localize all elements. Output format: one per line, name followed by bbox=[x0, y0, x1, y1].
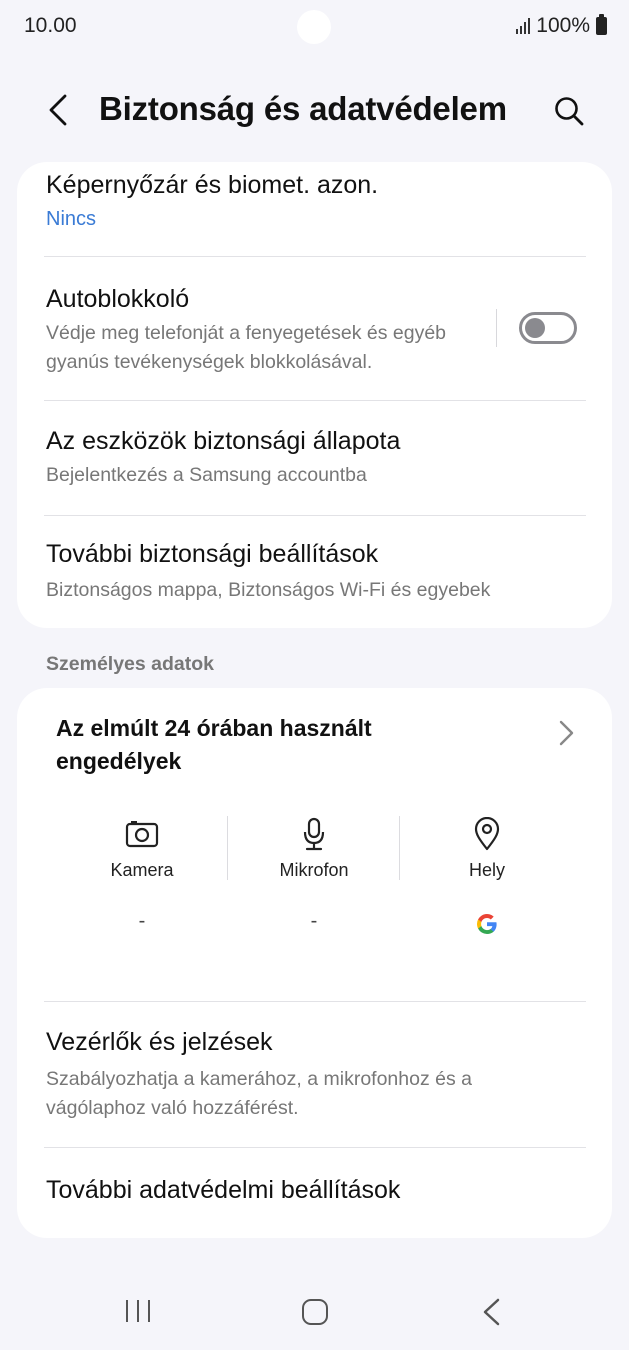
battery-level: 100% bbox=[536, 14, 590, 37]
chevron-left-icon bbox=[49, 94, 67, 126]
permission-camera: Kamera bbox=[56, 816, 228, 886]
auto-blocker-title: Autoblokkoló bbox=[46, 285, 190, 313]
microphone-icon bbox=[303, 817, 325, 851]
permission-location-value bbox=[401, 912, 573, 942]
recent-apps-button[interactable] bbox=[126, 1300, 150, 1322]
device-security-item[interactable]: Az eszközök biztonsági állapota Bejelent… bbox=[17, 401, 612, 515]
screen-lock-title: Képernyőzár és biomet. azon. bbox=[46, 171, 379, 199]
search-icon bbox=[555, 97, 584, 126]
more-security-item[interactable]: További biztonsági beállítások Biztonság… bbox=[17, 516, 612, 628]
controls-alerts-title: Vezérlők és jelzések bbox=[46, 1028, 273, 1056]
nav-back-button[interactable] bbox=[480, 1297, 502, 1327]
device-security-subtitle: Bejelentkezés a Samsung accountba bbox=[46, 464, 367, 486]
status-time: 10.00 bbox=[24, 14, 77, 37]
section-label-personal-data: Személyes adatok bbox=[46, 653, 215, 675]
auto-blocker-item[interactable]: Autoblokkoló Védje meg telefonját a feny… bbox=[17, 257, 612, 400]
search-button[interactable] bbox=[548, 90, 590, 132]
permissions-title: Az elmúlt 24 órában használt engedélyek bbox=[56, 715, 372, 774]
permissions-used-item[interactable]: Az elmúlt 24 órában használt engedélyek … bbox=[17, 688, 612, 986]
status-bar: 10.00 100% bbox=[0, 0, 629, 54]
controls-alerts-subtitle: Szabályozhatja a kamerához, a mikrofonho… bbox=[46, 1068, 472, 1119]
back-button[interactable] bbox=[38, 90, 78, 130]
more-security-subtitle: Biztonságos mappa, Biztonságos Wi-Fi és … bbox=[46, 579, 491, 601]
google-icon bbox=[476, 914, 497, 934]
camera-icon bbox=[125, 821, 159, 848]
permission-label: Kamera bbox=[110, 860, 174, 880]
auto-blocker-subtitle: Védje meg telefonját a fenyegetések és e… bbox=[46, 322, 447, 373]
security-card: Képernyőzár és biomet. azon. Nincs Autob… bbox=[17, 162, 612, 628]
device-security-title: Az eszközök biztonsági állapota bbox=[46, 427, 401, 455]
more-privacy-title: További adatvédelmi beállítások bbox=[46, 1176, 401, 1204]
chevron-right-icon bbox=[559, 720, 574, 746]
front-camera bbox=[297, 10, 331, 44]
screen-lock-value: Nincs bbox=[46, 208, 97, 230]
auto-blocker-toggle[interactable] bbox=[519, 312, 577, 344]
privacy-card: Az elmúlt 24 órában használt engedélyek … bbox=[17, 688, 612, 1238]
controls-alerts-item[interactable]: Vezérlők és jelzések Szabályozhatja a ka… bbox=[17, 1002, 612, 1146]
app-header: Biztonság és adatvédelem bbox=[0, 78, 629, 142]
location-icon bbox=[474, 817, 500, 851]
permission-separator bbox=[399, 816, 400, 880]
screen-lock-item[interactable]: Képernyőzár és biomet. azon. Nincs bbox=[17, 162, 612, 257]
permission-microphone-value: - bbox=[310, 910, 318, 932]
page-title: Biztonság és adatvédelem bbox=[99, 90, 507, 127]
status-icons: 100% bbox=[516, 14, 607, 38]
signal-icon bbox=[516, 18, 531, 34]
permission-camera-value: - bbox=[138, 910, 146, 932]
more-privacy-item[interactable]: További adatvédelmi beállítások bbox=[17, 1148, 612, 1238]
home-button[interactable] bbox=[302, 1299, 328, 1325]
toggle-separator bbox=[496, 309, 497, 347]
toggle-knob bbox=[525, 318, 545, 338]
permission-location: Hely bbox=[401, 816, 573, 886]
battery-icon bbox=[596, 14, 607, 35]
permission-microphone: Mikrofon bbox=[228, 816, 400, 886]
navigation-bar bbox=[0, 1270, 629, 1350]
more-security-title: További biztonsági beállítások bbox=[46, 540, 379, 568]
permission-label: Hely bbox=[468, 860, 505, 880]
permission-label: Mikrofon bbox=[279, 860, 349, 880]
